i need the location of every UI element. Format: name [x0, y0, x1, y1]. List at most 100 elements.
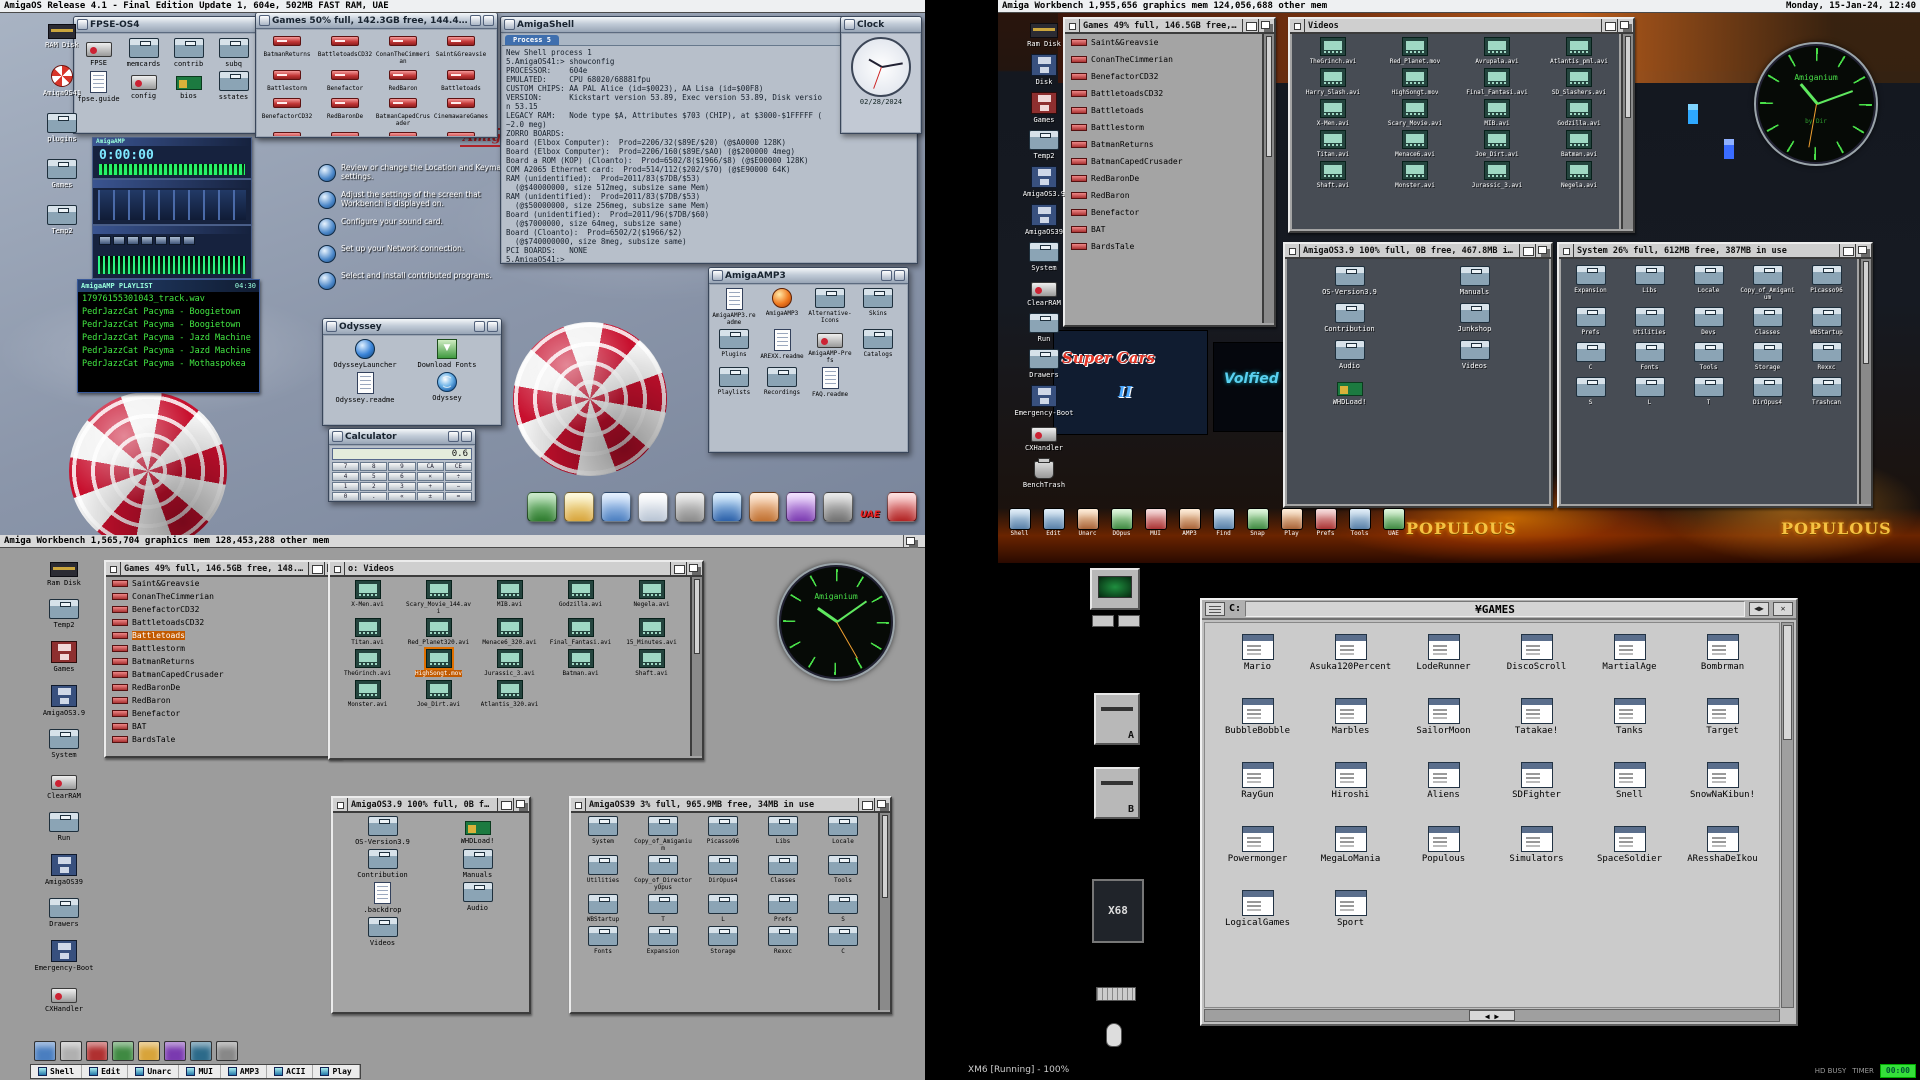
x68-program-icon[interactable]: Tanks [1583, 695, 1676, 759]
dock-player-icon[interactable] [112, 1041, 134, 1061]
desktop-icon[interactable]: Disk [1006, 53, 1082, 86]
video-file-icon[interactable]: Batman.avi [545, 646, 616, 677]
calculator-window[interactable]: Calculator 0.6 789CACE456×÷123+−0.«±= [328, 428, 476, 502]
dock-filer-icon[interactable] [527, 492, 557, 522]
drawer-file-icon[interactable]: Storage [693, 923, 753, 955]
videos-titlebar[interactable]: o: Videos [330, 562, 702, 577]
dock-mail-icon[interactable] [749, 492, 779, 522]
desktop-icon[interactable]: CXHandler [1006, 422, 1082, 452]
close-gadget[interactable] [106, 562, 121, 575]
calculator-key[interactable]: 9 [388, 462, 415, 471]
odyssey-titlebar[interactable]: Odyssey [323, 319, 501, 335]
depth-gadget[interactable] [1535, 244, 1551, 257]
zoom-gadget[interactable] [308, 562, 324, 575]
dock-tools-icon[interactable] [216, 1041, 238, 1061]
desktop-icon[interactable]: ClearRAM [1006, 277, 1082, 307]
drawer-file-icon[interactable]: L [1620, 371, 1679, 406]
drawer-file-icon[interactable]: OS-Version3.9 [1287, 259, 1412, 296]
desktop-icon[interactable]: AmigaOS3.9 [1006, 165, 1082, 198]
zoom-gadget[interactable] [858, 798, 874, 811]
desktop-icon[interactable]: Ram Disk [26, 555, 102, 587]
file-icon[interactable]: Playlists [710, 364, 758, 398]
os39-titlebar[interactable]: AmigaOS3.9 100% full, 0B free, 467.8MB i… [333, 798, 529, 813]
depth-gadget[interactable] [1258, 19, 1274, 32]
file-icon[interactable]: subq [211, 35, 256, 68]
x68-program-icon[interactable]: SailorMoon [1397, 695, 1490, 759]
dock-item[interactable]: Shell [1004, 508, 1035, 537]
video-file-icon[interactable]: Monster.avi [332, 677, 403, 708]
desktop-icon[interactable]: AmigaOS3.9 [26, 682, 102, 717]
drawer-file-icon[interactable]: Classes [753, 852, 813, 891]
drawer-file-icon[interactable]: Storage [1738, 336, 1797, 371]
amigaamp-titlebar[interactable]: AmigaAMP [93, 138, 251, 146]
desktop-icon[interactable]: Drawers [1006, 348, 1082, 379]
file-icon[interactable]: sstates [211, 68, 256, 103]
calculator-key[interactable]: − [445, 482, 472, 491]
file-icon[interactable]: Catalogs [854, 326, 902, 364]
clock-window[interactable]: Clock 02/28/2024 [840, 16, 922, 134]
setup-item[interactable]: Configure your sound card. [318, 218, 506, 236]
drive-select-label[interactable]: C: [1229, 599, 1241, 619]
video-file-icon[interactable]: Joe_Dirt.avi [1456, 127, 1538, 158]
eq-titlebar[interactable] [93, 180, 251, 188]
bl-menubar[interactable]: Amiga Workbench 1,565,704 graphics mem 1… [0, 535, 925, 548]
desktop-icon[interactable]: AmigaOS39 [26, 851, 102, 886]
amigaamp-controls-window[interactable] [92, 225, 252, 279]
drawer-file-icon[interactable]: Fonts [573, 923, 633, 955]
drawer-file-icon[interactable]: T [633, 891, 693, 923]
dock-search-icon[interactable] [601, 492, 631, 522]
disk-image-icon[interactable]: BenefactorCD32 [258, 92, 316, 126]
game-list-item[interactable]: Benefactor [108, 707, 326, 720]
drawer-file-icon[interactable]: Expansion [1561, 259, 1620, 301]
playback-controls[interactable] [93, 234, 251, 245]
bl-videos-window[interactable]: o: Videos X-Men.avi Scary_Movie_144.avi [328, 560, 704, 760]
x68-program-icon[interactable]: Marbles [1304, 695, 1397, 759]
dock-editor-icon[interactable] [60, 1041, 82, 1061]
file-icon[interactable]: AmigaAMP3 [758, 285, 806, 326]
dock-player-icon[interactable] [786, 492, 816, 522]
game-list-item[interactable]: RedBaron [108, 694, 326, 707]
close-gadget[interactable] [330, 562, 345, 575]
file-icon[interactable]: AREXX.readme [758, 326, 806, 364]
scrollbar-thumb[interactable] [694, 579, 700, 654]
calculator-key[interactable]: + [417, 482, 444, 491]
video-file-icon[interactable]: HighSongt.mov [403, 646, 474, 677]
x68-titlebar[interactable]: C: ¥GAMES [1202, 600, 1796, 620]
calculator-key[interactable]: 5 [360, 472, 387, 481]
amiganium-clock[interactable]: Amiganium [777, 563, 895, 681]
video-file-icon[interactable]: Monster.avi [1374, 158, 1456, 189]
close-button[interactable] [1773, 602, 1793, 616]
calculator-key[interactable]: = [445, 492, 472, 500]
x68-program-icon[interactable]: SnowNaKibun! [1676, 759, 1769, 823]
drawer-file-icon[interactable]: Tools [813, 852, 873, 891]
video-file-icon[interactable]: Negela.avi [616, 577, 687, 615]
mouse-icon[interactable] [1106, 1023, 1122, 1047]
playlist-entry[interactable]: 17976155301043_track.wav [79, 293, 258, 306]
desktop-icon[interactable]: BenchTrash [1006, 457, 1082, 489]
scrollbar-thumb[interactable] [1863, 261, 1869, 364]
calculator-key[interactable]: 0 [332, 492, 359, 500]
video-file-icon[interactable]: Avrupala.avi [1456, 34, 1538, 65]
video-file-icon[interactable]: SD_Slashers.avi [1538, 65, 1619, 96]
game-list-item[interactable]: ConanTheCimmerian [108, 590, 326, 603]
desktop-icon[interactable]: Ram Disk [1006, 18, 1082, 48]
file-icon[interactable]: Plugins [710, 326, 758, 364]
game-list-item[interactable]: BenefactorCD32 [1067, 68, 1260, 85]
tr-games-window[interactable]: Games 49% full, 146.5GB free, 148.3GB in… [1063, 17, 1276, 327]
x68-program-icon[interactable]: AResshaDeIkou [1676, 823, 1769, 887]
desktop-icon[interactable]: AmigaOS41 [24, 62, 100, 97]
launcher-item[interactable]: Edit [82, 1065, 128, 1078]
game-list-item[interactable]: Battletoads [108, 629, 326, 642]
calculator-key[interactable]: 3 [388, 482, 415, 491]
file-icon[interactable]: Skins [854, 285, 902, 326]
scrollbar-thumb[interactable] [1625, 36, 1631, 118]
drawer-file-icon[interactable]: Rexxc [1797, 336, 1856, 371]
close-button[interactable] [844, 19, 855, 30]
game-list-item[interactable]: RedBaronDe [108, 681, 326, 694]
game-list-item[interactable]: BattletoadsCD32 [1067, 85, 1260, 102]
x68-program-icon[interactable]: LogicalGames [1211, 887, 1304, 951]
video-file-icon[interactable]: MIB.avi [1456, 96, 1538, 127]
x68-program-icon[interactable]: SpaceSoldier [1583, 823, 1676, 887]
desktop-icon[interactable]: Run [26, 809, 102, 842]
setup-item[interactable]: Adjust the settings of the screen that W… [318, 191, 506, 209]
